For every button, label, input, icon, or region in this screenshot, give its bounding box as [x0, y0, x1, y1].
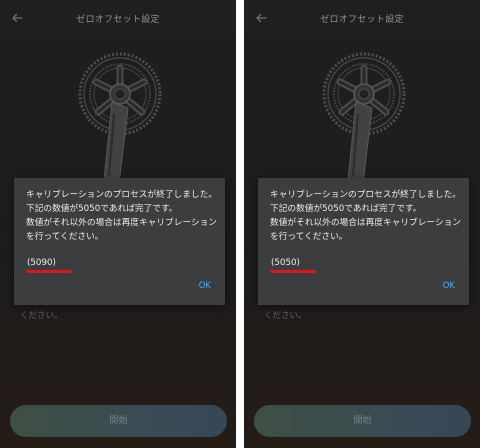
ok-button[interactable]: OK	[195, 279, 215, 293]
red-underline-annotation	[270, 270, 316, 273]
ok-button[interactable]: OK	[439, 279, 459, 293]
calibration-complete-dialog: キャリブレーションのプロセスが終了しました。 下記の数値が5050であれば完了で…	[258, 178, 469, 305]
image-divider	[236, 0, 244, 448]
calibration-value: (5050)	[271, 258, 300, 268]
app-screen-left: ゼロオフセット設定 ください。 開始 キャリブレーションのプロセスが終了しました…	[0, 0, 236, 448]
dialog-message: キャリブレーションのプロセスが終了しました。 下記の数値が5050であれば完了で…	[270, 190, 461, 242]
app-screen-right: ゼロオフセット設定 ください。 開始 キャリブレーションのプロセスが終了しました…	[244, 0, 480, 448]
red-underline-annotation	[26, 270, 72, 273]
calibration-value: (5090)	[27, 258, 56, 268]
dialog-message: キャリブレーションのプロセスが終了しました。 下記の数値が5050であれば完了で…	[26, 190, 217, 242]
calibration-complete-dialog: キャリブレーションのプロセスが終了しました。 下記の数値が5050であれば完了で…	[14, 178, 225, 305]
